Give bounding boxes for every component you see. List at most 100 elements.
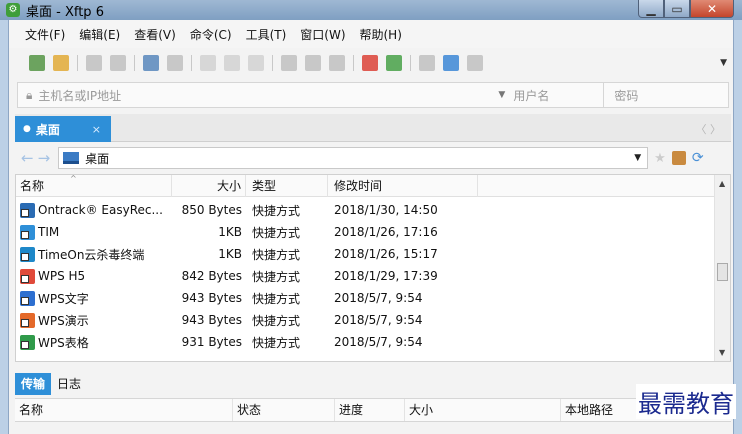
tab-label: 桌面: [35, 122, 60, 137]
view-icon[interactable]: [167, 55, 183, 71]
transfer-list-header: 名称 状态 进度 大小 本地路径: [15, 398, 731, 422]
new-session-icon[interactable]: [29, 55, 45, 71]
table-row[interactable]: WPS H5 842 Bytes 快捷方式 2018/1/29, 17:39: [16, 265, 716, 287]
sort-asc-icon: ^: [70, 174, 77, 183]
file-modified: 2018/1/26, 17:16: [334, 225, 438, 239]
menu-command[interactable]: 命令(C): [190, 26, 232, 43]
table-row[interactable]: WPS表格 931 Bytes 快捷方式 2018/5/7, 9:54: [16, 331, 716, 353]
table-row[interactable]: Ontrack® EasyRec... 850 Bytes 快捷方式 2018/1/3…: [16, 199, 716, 221]
forward-arrow-icon[interactable]: →: [38, 149, 51, 167]
shortcut-icon: [20, 246, 35, 262]
file-modified: 2018/1/30, 14:50: [334, 203, 438, 217]
xshell-icon[interactable]: [362, 55, 378, 71]
menu-view[interactable]: 查看(V): [134, 26, 176, 43]
toolbar-separator: [134, 55, 135, 71]
file-name-cell: TimeOn云杀毒终端: [16, 246, 172, 263]
title-bar: ⚙ 桌面 - Xftp 6 ▁ ▭ ✕: [0, 0, 742, 20]
file-type: 快捷方式: [252, 313, 301, 328]
table-row[interactable]: WPS文字 943 Bytes 快捷方式 2018/5/7, 9:54: [16, 287, 716, 309]
open-folder-icon[interactable]: [53, 55, 69, 71]
xftp-icon[interactable]: [386, 55, 402, 71]
scroll-thumb[interactable]: [717, 263, 728, 281]
column-type[interactable]: 类型: [246, 175, 328, 197]
menu-window[interactable]: 窗口(W): [300, 26, 345, 43]
transfer-up-icon[interactable]: [281, 55, 297, 71]
tab-close-icon[interactable]: ×: [92, 123, 101, 136]
shortcut-icon: [20, 290, 35, 306]
toolbar-separator: [353, 55, 354, 71]
file-modified: 2018/1/26, 15:17: [334, 247, 438, 261]
toolbar-overflow-icon[interactable]: ▼: [720, 58, 727, 68]
password-input[interactable]: 密码: [614, 87, 638, 104]
shortcut-icon: [20, 334, 35, 350]
back-arrow-icon[interactable]: ←: [21, 149, 34, 167]
file-list-scrollbar[interactable]: ▲ ▼: [714, 175, 730, 361]
transfer-column-name[interactable]: 名称: [15, 399, 233, 421]
desktop-icon: [63, 152, 80, 164]
watermark: 最需教育: [636, 384, 736, 419]
tab-log[interactable]: 日志: [51, 373, 87, 395]
username-input[interactable]: 用户名: [513, 87, 603, 104]
properties-icon[interactable]: [143, 55, 159, 71]
host-input[interactable]: 主机名或IP地址: [38, 87, 378, 104]
close-button[interactable]: ✕: [690, 0, 734, 18]
scroll-down-icon[interactable]: ▼: [719, 348, 725, 357]
window-client: 文件(F) 编辑(E) 查看(V) 命令(C) 工具(T) 窗口(W) 帮助(H…: [8, 20, 734, 434]
menu-file[interactable]: 文件(F): [25, 26, 65, 43]
compare-icon[interactable]: [248, 55, 264, 71]
menu-tools[interactable]: 工具(T): [246, 26, 287, 43]
tab-nav-arrows[interactable]: 〈 〉: [696, 121, 722, 137]
column-filler: [478, 175, 716, 197]
transfer-column-size[interactable]: 大小: [405, 399, 561, 421]
column-modified[interactable]: 修改时间: [328, 175, 478, 197]
bottom-tabs: 传输 日志: [15, 372, 731, 396]
transfer-down-icon[interactable]: [305, 55, 321, 71]
file-name: WPS表格: [38, 335, 89, 350]
window-controls: ▁ ▭ ✕: [638, 0, 734, 18]
table-row[interactable]: TIM 1KB 快捷方式 2018/1/26, 17:16: [16, 221, 716, 243]
table-row[interactable]: WPS演示 943 Bytes 快捷方式 2018/5/7, 9:54: [16, 309, 716, 331]
minimize-button[interactable]: ▁: [638, 0, 664, 18]
chevron-down-icon[interactable]: ▼: [634, 153, 641, 163]
window-title: 桌面 - Xftp 6: [26, 4, 104, 20]
paste-icon[interactable]: [224, 55, 240, 71]
scroll-up-icon[interactable]: ▲: [719, 179, 725, 188]
copy-icon[interactable]: [200, 55, 216, 71]
column-name-label: 名称: [20, 179, 45, 193]
file-rows: Ontrack® EasyRec... 850 Bytes 快捷方式 2018/1/3…: [16, 199, 716, 353]
file-name-cell: WPS演示: [16, 312, 172, 329]
stop-icon[interactable]: [329, 55, 345, 71]
home-icon[interactable]: [671, 151, 686, 165]
star-icon[interactable]: ★: [654, 151, 666, 166]
file-size: 943 Bytes: [181, 291, 242, 305]
file-name: WPS演示: [38, 313, 89, 328]
xftp-app-icon: ⚙: [6, 3, 20, 17]
disconnect-icon[interactable]: [110, 55, 126, 71]
file-type: 快捷方式: [252, 335, 301, 350]
file-size: 1KB: [218, 225, 242, 239]
lock-icon: 🔒︎: [26, 87, 33, 102]
file-type: 快捷方式: [252, 203, 301, 218]
menu-edit[interactable]: 编辑(E): [79, 26, 120, 43]
path-input[interactable]: 桌面 ▼: [58, 147, 649, 169]
file-modified: 2018/5/7, 9:54: [334, 335, 423, 349]
file-name-cell: Ontrack® EasyRec...: [16, 202, 172, 218]
tab-strip: ● 桌面 × 〈 〉: [15, 114, 731, 142]
column-size[interactable]: 大小: [172, 175, 246, 197]
shortcut-icon: [20, 202, 35, 218]
toolbar-separator: [410, 55, 411, 71]
tab-desktop[interactable]: ● 桌面 ×: [15, 116, 111, 142]
menu-help[interactable]: 帮助(H): [360, 26, 402, 43]
transfer-column-progress[interactable]: 进度: [335, 399, 405, 421]
connect-icon[interactable]: [86, 55, 102, 71]
tab-transfer[interactable]: 传输: [15, 373, 52, 395]
column-name[interactable]: ^ 名称: [16, 175, 172, 197]
transfer-column-status[interactable]: 状态: [233, 399, 335, 421]
refresh-icon[interactable]: ⟳: [692, 150, 704, 166]
comment-icon[interactable]: [467, 55, 483, 71]
help-icon[interactable]: [443, 55, 459, 71]
chevron-down-icon[interactable]: ▼: [498, 90, 505, 100]
table-row[interactable]: TimeOn云杀毒终端 1KB 快捷方式 2018/1/26, 15:17: [16, 243, 716, 265]
settings-icon[interactable]: [419, 55, 435, 71]
maximize-button[interactable]: ▭: [664, 0, 690, 18]
